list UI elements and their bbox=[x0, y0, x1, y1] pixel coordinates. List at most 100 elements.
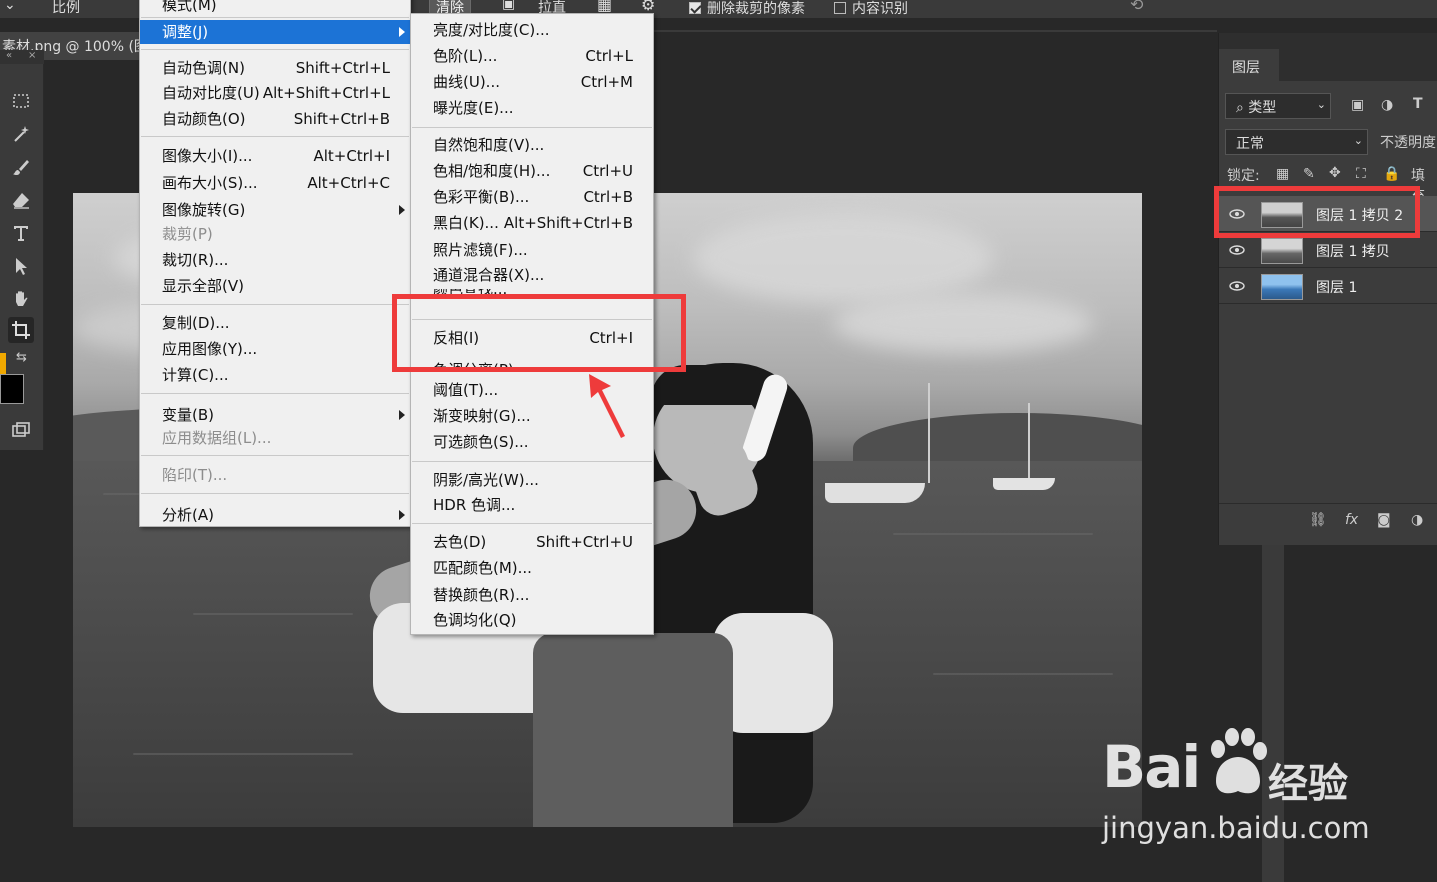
swap-colors-icon[interactable]: ⇆ bbox=[16, 350, 27, 365]
watermark-logo-suffix: 经验 bbox=[1268, 761, 1348, 807]
menu-item-match-color[interactable]: 匹配颜色(M)... bbox=[411, 556, 653, 580]
menu-item-image-size[interactable]: 图像大小(I)... Alt+Ctrl+I bbox=[140, 144, 410, 168]
collapse-icon[interactable]: « bbox=[6, 50, 12, 61]
menu-item-adjust[interactable]: 调整(J) bbox=[140, 20, 410, 44]
menu-item-image-rotation[interactable]: 图像旋转(G) bbox=[140, 198, 410, 222]
lock-all-icon[interactable]: 🔒 bbox=[1383, 166, 1400, 182]
menu-item-analysis[interactable]: 分析(A) bbox=[140, 503, 410, 527]
content-aware-option[interactable]: 内容识别 bbox=[834, 0, 908, 18]
lock-artboard-icon[interactable]: ⛶ bbox=[1356, 166, 1366, 182]
chevron-down-icon: ⌄ bbox=[1353, 134, 1363, 147]
content-aware-checkbox[interactable] bbox=[834, 2, 846, 14]
tab-layers[interactable]: 图层 bbox=[1219, 49, 1279, 81]
menu-item-label: 计算(C)... bbox=[162, 366, 229, 384]
menu-item-black-white[interactable]: 黑白(K)... Alt+Shift+Ctrl+B bbox=[411, 211, 653, 235]
gear-icon[interactable]: ⚙ bbox=[641, 0, 655, 14]
menu-item-shortcut: Shift+Ctrl+U bbox=[536, 533, 633, 551]
link-layers-icon[interactable]: ⛓ bbox=[1309, 512, 1327, 528]
new-adjustment-layer-icon[interactable]: ◑ bbox=[1411, 512, 1423, 528]
menu-item-duplicate[interactable]: 复制(D)... bbox=[140, 311, 410, 335]
menu-item-crop: 裁剪(P) bbox=[140, 222, 410, 246]
menu-item-vibrance[interactable]: 自然饱和度(V)... bbox=[411, 133, 653, 157]
layer-row[interactable]: 图层 1 bbox=[1219, 268, 1437, 304]
menu-item-calculations[interactable]: 计算(C)... bbox=[140, 363, 410, 387]
menu-item-canvas-size[interactable]: 画布大小(S)... Alt+Ctrl+C bbox=[140, 171, 410, 195]
lock-position-icon[interactable]: ✥ bbox=[1329, 165, 1341, 181]
layer-name[interactable]: 图层 1 bbox=[1316, 277, 1357, 297]
menu-separator bbox=[141, 304, 409, 305]
menu-item-variables[interactable]: 变量(B) bbox=[140, 403, 410, 427]
menu-separator bbox=[141, 136, 409, 137]
submenu-arrow-icon bbox=[399, 205, 405, 215]
menu-item-auto-tone[interactable]: 自动色调(N) Shift+Ctrl+L bbox=[140, 56, 410, 80]
menu-item-shortcut: Ctrl+B bbox=[583, 188, 633, 206]
menu-item-mode[interactable]: 模式(M) bbox=[140, 0, 410, 17]
adjustment-filter-icon[interactable]: ◑ bbox=[1381, 97, 1393, 113]
menu-item-replace-color[interactable]: 替换颜色(R)... bbox=[411, 583, 653, 607]
layer-filter-dropdown[interactable]: ⌕ 类型 ⌄ bbox=[1225, 93, 1331, 119]
menu-separator bbox=[412, 523, 652, 524]
menu-item-reveal-all[interactable]: 显示全部(V) bbox=[140, 274, 410, 298]
toolbar-collapse-bar[interactable]: « × bbox=[0, 50, 44, 64]
image-filter-icon[interactable]: ▣ bbox=[1351, 97, 1364, 113]
ratio-dropdown[interactable]: 比例 bbox=[52, 0, 80, 17]
hand-tool-icon[interactable] bbox=[8, 286, 34, 312]
layers-panel: 图层 ⌕ 类型 ⌄ ▣ ◑ T 正常 ⌄ 不透明度 锁定: ▦ ✎ ✥ ⛶ 🔒 … bbox=[1218, 33, 1437, 545]
menu-item-auto-color[interactable]: 自动颜色(O) Shift+Ctrl+B bbox=[140, 107, 410, 131]
menu-item-brightness-contrast[interactable]: 亮度/对比度(C)... bbox=[411, 18, 653, 42]
magic-wand-tool-icon[interactable] bbox=[8, 121, 34, 147]
menu-item-hue-saturation[interactable]: 色相/饱和度(H)... Ctrl+U bbox=[411, 159, 653, 183]
layer-name[interactable]: 图层 1 拷贝 bbox=[1316, 241, 1390, 261]
undo-rotate-icon[interactable]: ⟲ bbox=[1130, 0, 1143, 14]
type-tool-icon[interactable] bbox=[8, 220, 34, 246]
eye-icon[interactable] bbox=[1229, 242, 1245, 258]
menu-item-label: 曝光度(E)... bbox=[433, 99, 514, 117]
menu-item-curves[interactable]: 曲线(U)... Ctrl+M bbox=[411, 70, 653, 94]
menu-separator bbox=[141, 455, 409, 456]
lock-transparent-icon[interactable]: ▦ bbox=[1276, 166, 1289, 182]
close-icon[interactable]: × bbox=[28, 50, 36, 61]
menu-item-equalize[interactable]: 色调均化(Q) bbox=[411, 608, 653, 632]
menu-item-color-balance[interactable]: 色彩平衡(B)... Ctrl+B bbox=[411, 185, 653, 209]
menu-item-label: 陷印(T)... bbox=[162, 466, 228, 484]
delete-cropped-checkbox[interactable] bbox=[689, 2, 701, 14]
menu-item-label: 裁切(R)... bbox=[162, 251, 229, 269]
wave bbox=[193, 613, 353, 615]
fx-icon[interactable]: fx bbox=[1345, 512, 1358, 528]
menu-item-trim[interactable]: 裁切(R)... bbox=[140, 248, 410, 272]
grid-overlay-icon[interactable]: ▦ bbox=[597, 0, 612, 14]
screen-mode-icon[interactable] bbox=[8, 417, 34, 443]
annotation-highlight-box bbox=[392, 294, 686, 372]
menu-separator bbox=[412, 127, 652, 128]
crop-tool-icon[interactable] bbox=[8, 317, 34, 343]
menu-item-hdr-toning[interactable]: HDR 色调... bbox=[411, 493, 653, 517]
menu-item-exposure[interactable]: 曝光度(E)... bbox=[411, 96, 653, 120]
marquee-tool-icon[interactable] bbox=[8, 88, 34, 114]
straighten-icon[interactable]: ▣ bbox=[502, 0, 515, 12]
blend-mode-dropdown[interactable]: 正常 ⌄ bbox=[1225, 129, 1368, 155]
brush-tool-icon[interactable] bbox=[8, 154, 34, 180]
menu-separator bbox=[412, 461, 652, 462]
path-selection-tool-icon[interactable] bbox=[8, 253, 34, 279]
menu-item-apply-image[interactable]: 应用图像(Y)... bbox=[140, 337, 410, 361]
menu-item-auto-contrast[interactable]: 自动对比度(U) Alt+Shift+Ctrl+L bbox=[140, 81, 410, 105]
type-filter-icon[interactable]: T bbox=[1413, 96, 1423, 112]
add-mask-icon[interactable]: ◙ bbox=[1377, 512, 1391, 528]
lock-image-icon[interactable]: ✎ bbox=[1303, 166, 1315, 182]
menu-item-levels[interactable]: 色阶(L)... Ctrl+L bbox=[411, 44, 653, 68]
menu-item-label: 裁剪(P) bbox=[162, 225, 213, 243]
eraser-tool-icon[interactable] bbox=[8, 187, 34, 213]
menu-item-photo-filter[interactable]: 照片滤镜(F)... bbox=[411, 238, 653, 262]
tool-preset-dropdown-icon[interactable]: ⌄ bbox=[4, 0, 16, 13]
delete-cropped-pixels-option[interactable]: 删除裁剪的像素 bbox=[689, 0, 805, 18]
submenu-arrow-icon bbox=[399, 27, 405, 37]
menu-item-channel-mixer[interactable]: 通道混合器(X)... bbox=[411, 263, 653, 287]
eye-icon[interactable] bbox=[1229, 278, 1245, 294]
menu-item-label: 阈值(T)... bbox=[433, 381, 499, 399]
background-color-swatch[interactable] bbox=[0, 374, 24, 404]
menu-item-label: 色相/饱和度(H)... bbox=[433, 162, 551, 180]
wave bbox=[933, 673, 1113, 675]
menu-item-shadows-highlights[interactable]: 阴影/高光(W)... bbox=[411, 468, 653, 492]
cloud bbox=[833, 293, 1093, 353]
menu-item-desaturate[interactable]: 去色(D) Shift+Ctrl+U bbox=[411, 530, 653, 554]
